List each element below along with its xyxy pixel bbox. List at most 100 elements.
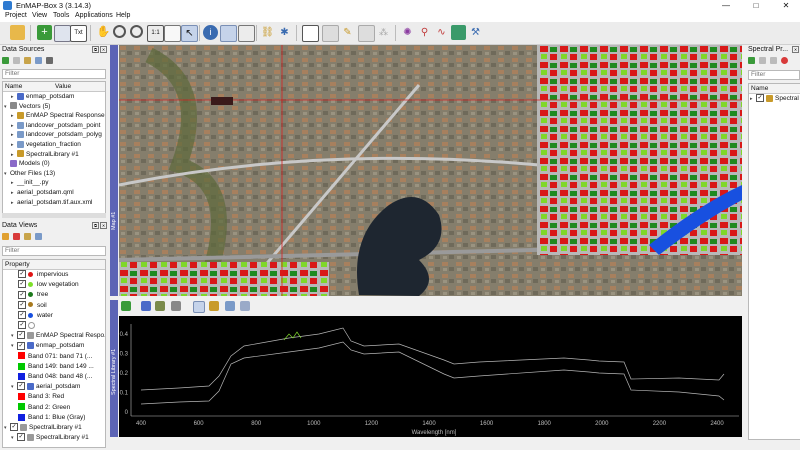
close-panel-icon[interactable]: ✕ — [792, 46, 799, 53]
spectral-view-tab[interactable]: Spectral Library #1 — [110, 300, 118, 437]
data-view-row[interactable]: ✓ impervious — [18, 270, 68, 279]
add-view-icon[interactable] — [2, 233, 9, 240]
pan-icon[interactable]: ✋ — [96, 25, 111, 40]
map-canvas[interactable] — [119, 45, 742, 296]
save-edits-icon[interactable] — [358, 25, 375, 42]
data-view-row[interactable]: Band 2: Green — [18, 403, 70, 412]
data-view-row[interactable]: Band 048: band 48 (... — [18, 372, 92, 381]
collapse-icon[interactable] — [23, 57, 31, 64]
add-source-icon[interactable] — [2, 57, 9, 64]
checkbox[interactable]: ✓ — [756, 94, 764, 103]
float-panel-icon[interactable]: ⧉ — [92, 222, 99, 229]
data-source-row[interactable]: ▾ Vectors (5) — [4, 102, 50, 111]
data-views-tree[interactable]: Property ✓ impervious ✓ low vegetation ✓ tree… — [2, 259, 106, 448]
data-source-row[interactable]: ▸ __init__.py — [11, 178, 48, 187]
column-name[interactable]: Name — [5, 82, 22, 91]
identify-icon[interactable]: i — [203, 25, 218, 40]
table-view-icon[interactable] — [240, 301, 250, 311]
digitize-icon[interactable]: ✎ — [340, 25, 355, 40]
map-view-tab[interactable]: Map #1 — [110, 45, 118, 296]
settings-icon[interactable]: ✱ — [277, 25, 292, 40]
collapse-views-icon[interactable] — [23, 233, 31, 240]
open-project-icon[interactable] — [10, 25, 25, 40]
export-icon[interactable] — [45, 57, 53, 64]
data-view-row[interactable]: ✓ soil — [18, 300, 47, 310]
maximize-button[interactable]: □ — [741, 0, 771, 11]
column-name[interactable]: Name — [751, 84, 768, 93]
add-data-source-icon[interactable]: + — [37, 25, 52, 40]
menu-tools[interactable]: Tools — [53, 12, 69, 19]
data-view-row[interactable]: ✓ water — [18, 311, 53, 320]
data-view-row[interactable]: ✓ tree — [18, 290, 48, 299]
data-view-row[interactable]: ▾ ✓ EnMAP Spectral Respo... — [11, 331, 105, 340]
delete-features-icon[interactable]: ⁂ — [376, 25, 391, 40]
data-source-row[interactable]: ▸ landcover_potsdam_point — [11, 121, 100, 130]
data-source-row[interactable]: ▸ vegetation_fraction — [11, 140, 81, 149]
spectral-profile-icon[interactable] — [220, 25, 237, 42]
checkbox[interactable]: ✓ — [17, 341, 25, 350]
spectral-profiles-tree[interactable]: Name ▸ ✓ Spectral — [748, 83, 800, 440]
filter-icon[interactable] — [171, 301, 181, 311]
data-source-row[interactable]: ▸ EnMAP Spectral Response — [11, 111, 105, 120]
close-panel-icon[interactable]: ✕ — [100, 222, 107, 229]
checkbox[interactable]: ✓ — [18, 290, 26, 299]
data-source-row[interactable]: Models (0) — [4, 159, 50, 168]
data-sources-filter-input[interactable] — [2, 69, 106, 79]
zoom-full-icon[interactable] — [164, 25, 181, 42]
map-pin-icon[interactable]: ⚲ — [417, 25, 432, 40]
add-profile-source-icon[interactable] — [748, 57, 755, 64]
library-icon[interactable] — [141, 301, 151, 311]
data-source-row[interactable]: ▾ Other Files (13) — [4, 169, 55, 178]
settings-icon[interactable] — [209, 301, 219, 311]
open-map-view-icon[interactable] — [54, 25, 71, 42]
remove-view-icon[interactable] — [12, 233, 20, 240]
float-panel-icon[interactable]: ⧉ — [92, 46, 99, 53]
wave-icon[interactable]: ∿ — [434, 25, 449, 40]
remove-profile-source-icon[interactable] — [758, 57, 766, 64]
location-icon[interactable] — [238, 25, 255, 42]
data-view-row[interactable]: Band 3: Red — [18, 392, 64, 401]
spectral-plot[interactable]: 400 600 800 1000 1200 1400 1600 1800 2000 2200 240… — [119, 316, 742, 437]
data-views-filter-input[interactable] — [2, 246, 106, 256]
data-view-row[interactable]: Band 149: band 149 ... — [18, 362, 94, 371]
checkbox[interactable]: ✓ — [18, 321, 26, 330]
checkbox[interactable]: ✓ — [18, 311, 26, 320]
data-source-row[interactable]: ▸ aerial_potsdam.tif.aux.xml — [11, 198, 93, 207]
minimize-button[interactable]: — — [711, 0, 741, 11]
data-sources-tree[interactable]: Name Value ▸ enmap_potsdam ▾ Vectors (5) ▸ En… — [2, 81, 106, 215]
column-value[interactable]: Value — [55, 82, 71, 91]
data-view-row[interactable]: ▾ ✓ SpectralLibrary #1 — [11, 433, 89, 442]
form-view-icon[interactable] — [225, 301, 235, 311]
open-text-view-button[interactable]: Txt — [70, 25, 87, 42]
expand-icon[interactable] — [34, 57, 42, 64]
checkbox[interactable]: ✓ — [17, 433, 25, 442]
checkbox[interactable]: ✓ — [18, 270, 26, 279]
plot-style-icon[interactable] — [193, 301, 205, 313]
data-view-row[interactable]: ✓ low vegetation — [18, 280, 79, 289]
checkbox[interactable]: ✓ — [10, 423, 18, 432]
remove-source-icon[interactable] — [12, 57, 20, 64]
zoom-out-icon[interactable] — [130, 25, 143, 38]
edit-features-icon[interactable] — [302, 25, 319, 42]
checkbox[interactable]: ✓ — [17, 331, 25, 340]
export-library-icon[interactable] — [155, 301, 165, 311]
data-source-row[interactable]: ▸ landcover_potsdam_polyg — [11, 130, 102, 139]
refresh-icon[interactable] — [769, 57, 777, 64]
select-features-icon[interactable]: ↖ — [181, 25, 198, 42]
link-icon[interactable]: ⛓ — [260, 25, 275, 40]
checkbox[interactable]: ✓ — [18, 300, 26, 309]
menu-applications[interactable]: Applications — [75, 12, 113, 19]
menu-project[interactable]: Project — [5, 12, 27, 19]
menu-view[interactable]: View — [32, 12, 47, 19]
zoom-in-icon[interactable] — [113, 25, 126, 38]
spectral-profiles-filter-input[interactable] — [748, 70, 800, 80]
data-view-row[interactable]: Band 071: band 71 (... — [18, 352, 92, 361]
spectral-profile-source-row[interactable]: ▸ ✓ Spectral — [750, 94, 799, 103]
data-view-row[interactable]: ▾ ✓ aerial_potsdam — [11, 382, 80, 391]
data-view-row[interactable]: ✓ — [18, 321, 39, 330]
tools-icon[interactable]: ⚒ — [468, 25, 483, 40]
zoom-native-icon[interactable]: 1:1 — [147, 25, 164, 42]
menu-help[interactable]: Help — [116, 12, 130, 19]
copy-features-icon[interactable] — [322, 25, 339, 42]
data-source-row[interactable]: ▸ SpectralLibrary #1 — [11, 150, 79, 159]
